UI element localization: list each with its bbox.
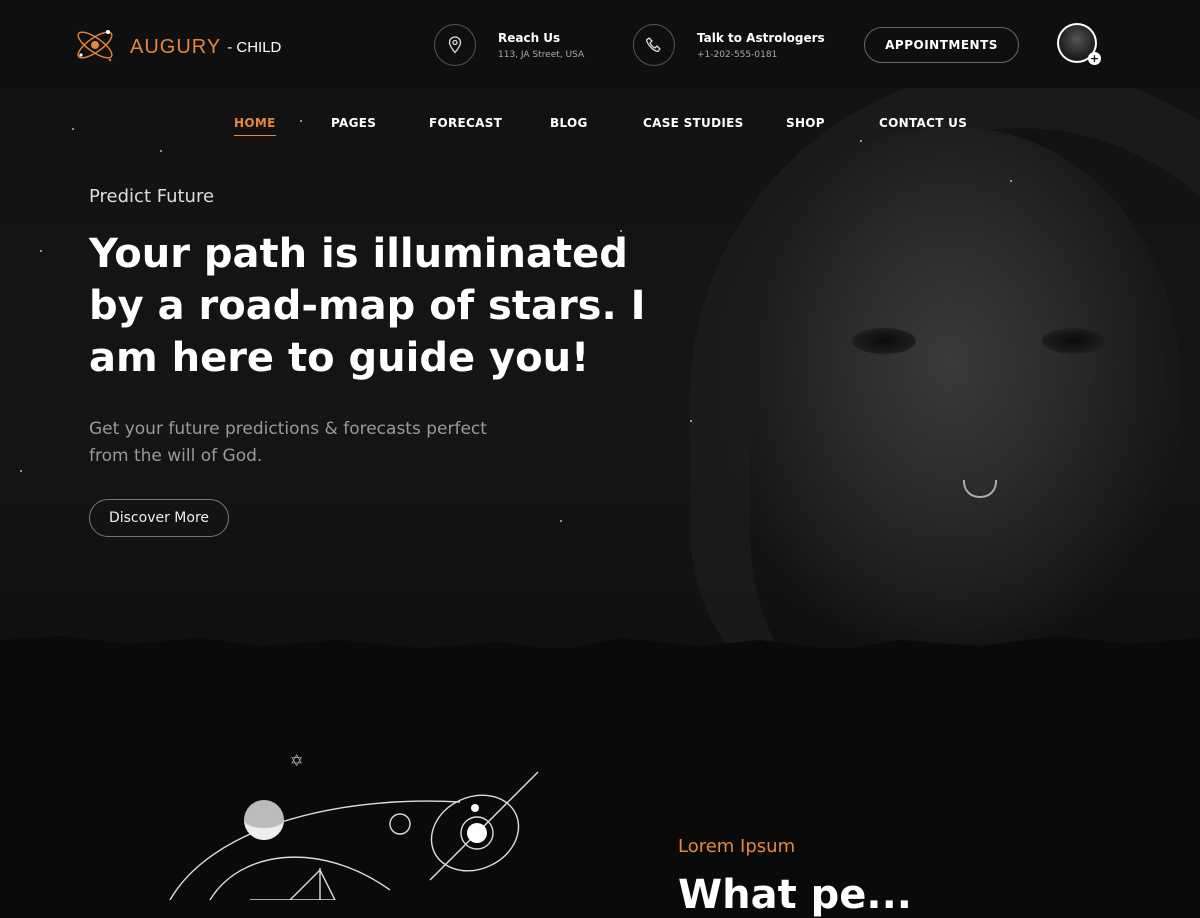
star-dot bbox=[690, 420, 692, 422]
nose-ring bbox=[963, 480, 997, 498]
main-nav: HOME PAGES FORECAST BLOG CASE STUDIES SH… bbox=[0, 116, 1200, 136]
star-dot bbox=[860, 140, 862, 142]
site-header: AUGURY - CHILD Reach Us 113, JA Street, … bbox=[0, 0, 1200, 88]
discover-more-button[interactable]: Discover More bbox=[89, 499, 229, 537]
hero-eyebrow: Predict Future bbox=[89, 186, 215, 207]
nav-item-case-studies[interactable]: CASE STUDIES bbox=[643, 116, 744, 130]
section-heading: What pe... bbox=[678, 872, 912, 918]
nav-item-home[interactable]: HOME bbox=[234, 116, 276, 136]
nav-item-blog[interactable]: BLOG bbox=[550, 116, 588, 130]
star-dot bbox=[1010, 180, 1012, 182]
nav-item-contact-us[interactable]: CONTACT US bbox=[879, 116, 967, 130]
section-eyebrow: Lorem Ipsum bbox=[678, 836, 796, 857]
logo[interactable]: AUGURY - CHILD bbox=[72, 22, 281, 72]
star-dot bbox=[40, 250, 42, 252]
eye-right bbox=[1042, 328, 1106, 354]
nav-item-shop[interactable]: SHOP bbox=[786, 116, 825, 130]
reach-us: Reach Us 113, JA Street, USA bbox=[434, 24, 584, 66]
star-dot bbox=[160, 150, 162, 152]
astrology-illustration: ✡ bbox=[169, 751, 539, 900]
avatar[interactable]: + bbox=[1057, 23, 1101, 65]
reach-us-address: 113, JA Street, USA bbox=[498, 49, 585, 60]
talk-title: Talk to Astrologers bbox=[697, 30, 825, 45]
plus-icon: + bbox=[1088, 52, 1101, 65]
hero-portrait bbox=[720, 128, 1180, 648]
talk-to-astrologers: Talk to Astrologers +1-202-555-0181 bbox=[633, 24, 825, 66]
brand-name[interactable]: AUGURY bbox=[130, 36, 221, 59]
appointments-button[interactable]: APPOINTMENTS bbox=[864, 27, 1019, 63]
svg-text:✡: ✡ bbox=[290, 751, 303, 770]
nav-label: HOME bbox=[234, 116, 276, 130]
hero-subtext: Get your future predictions & forecasts … bbox=[89, 419, 487, 466]
nav-item-forecast[interactable]: FORECAST bbox=[429, 116, 502, 130]
reach-us-title: Reach Us bbox=[498, 30, 561, 45]
star-dot bbox=[20, 470, 22, 472]
location-pin-icon bbox=[434, 24, 476, 66]
talk-phone[interactable]: +1-202-555-0181 bbox=[697, 50, 825, 60]
atom-logo-icon bbox=[72, 22, 118, 72]
brand-suffix: - CHILD bbox=[227, 38, 282, 56]
nav-item-pages[interactable]: PAGES bbox=[331, 116, 376, 130]
active-underline bbox=[234, 135, 276, 136]
eye-left bbox=[852, 328, 916, 354]
hero-headline: Your path is illuminated by a road-map o… bbox=[89, 231, 646, 381]
phone-icon bbox=[633, 24, 675, 66]
star-dot bbox=[560, 520, 562, 522]
